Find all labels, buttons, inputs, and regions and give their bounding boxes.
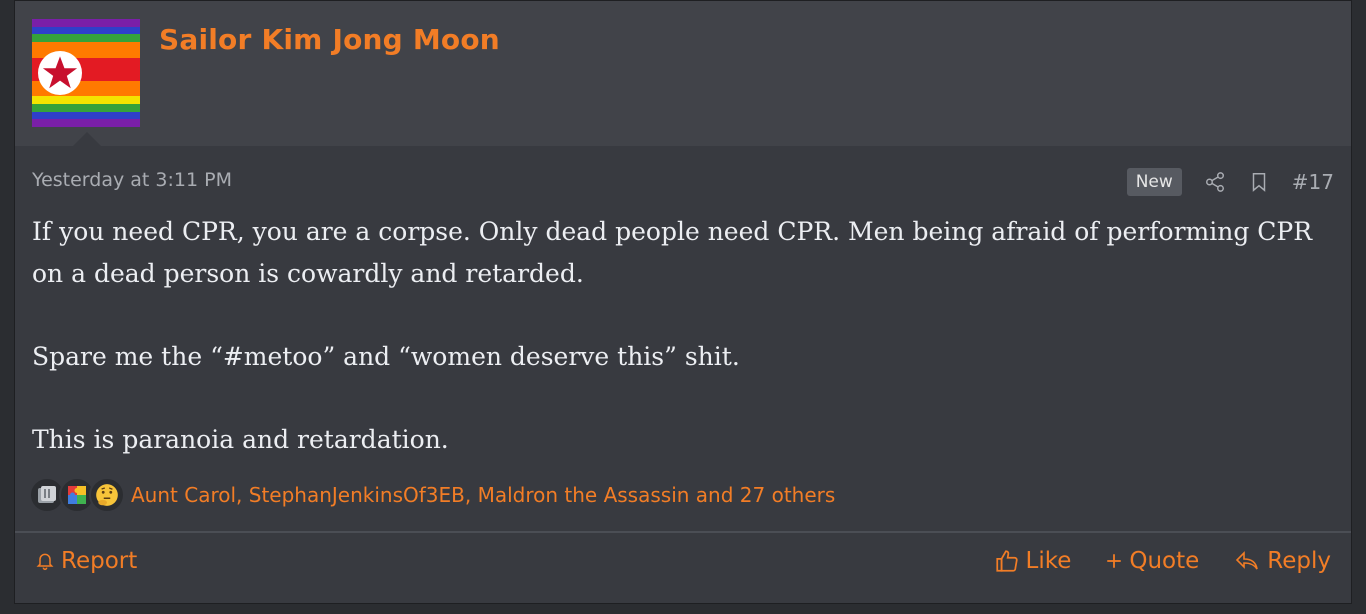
post-number[interactable]: #17 xyxy=(1292,170,1334,194)
quote-label: Quote xyxy=(1129,548,1200,574)
red-star-icon xyxy=(38,51,82,95)
footer-divider xyxy=(15,531,1351,533)
reactions-bar: Aunt Carol, StephanJenkinsOf3EB, Maldron… xyxy=(29,475,835,515)
reaction-icons xyxy=(29,477,125,513)
post-meta-actions: New #17 xyxy=(1126,166,1334,198)
reply-label: Reply xyxy=(1267,548,1331,574)
reply-button[interactable]: Reply xyxy=(1233,548,1331,574)
post-body: If you need CPR, you are a corpse. Only … xyxy=(32,211,1322,460)
user-avatar[interactable] xyxy=(32,19,140,127)
post-user-header: Sailor Kim Jong Moon xyxy=(15,1,1351,146)
share-icon[interactable] xyxy=(1204,171,1226,193)
thinking-face-icon[interactable] xyxy=(89,477,125,513)
forum-post: Sailor Kim Jong Moon Yesterday at 3:11 P… xyxy=(14,0,1352,604)
like-button[interactable]: Like xyxy=(994,548,1072,574)
like-label: Like xyxy=(1025,548,1072,574)
post-paragraph: If you need CPR, you are a corpse. Only … xyxy=(32,217,1313,288)
bell-icon xyxy=(35,550,55,572)
post-meta: Yesterday at 3:11 PM New #17 xyxy=(32,166,1334,198)
post-paragraph: This is paranoia and retardation. xyxy=(32,424,449,454)
report-label: Report xyxy=(61,548,138,574)
reply-arrow-icon xyxy=(1233,549,1261,573)
post-paragraph: Spare me the “#metoo” and “women deserve… xyxy=(32,341,740,371)
quote-button[interactable]: Quote xyxy=(1105,548,1199,574)
thumbs-up-icon xyxy=(994,548,1020,574)
bookmark-icon[interactable] xyxy=(1248,170,1270,194)
plus-icon xyxy=(1105,552,1123,570)
header-pointer xyxy=(73,132,101,146)
post-footer: Report Like Quote Reply xyxy=(35,541,1331,581)
reaction-users[interactable]: Aunt Carol, StephanJenkinsOf3EB, Maldron… xyxy=(131,483,835,507)
new-badge: New xyxy=(1126,168,1182,196)
report-button[interactable]: Report xyxy=(35,548,137,574)
post-timestamp[interactable]: Yesterday at 3:11 PM xyxy=(32,169,232,191)
username[interactable]: Sailor Kim Jong Moon xyxy=(159,23,500,56)
